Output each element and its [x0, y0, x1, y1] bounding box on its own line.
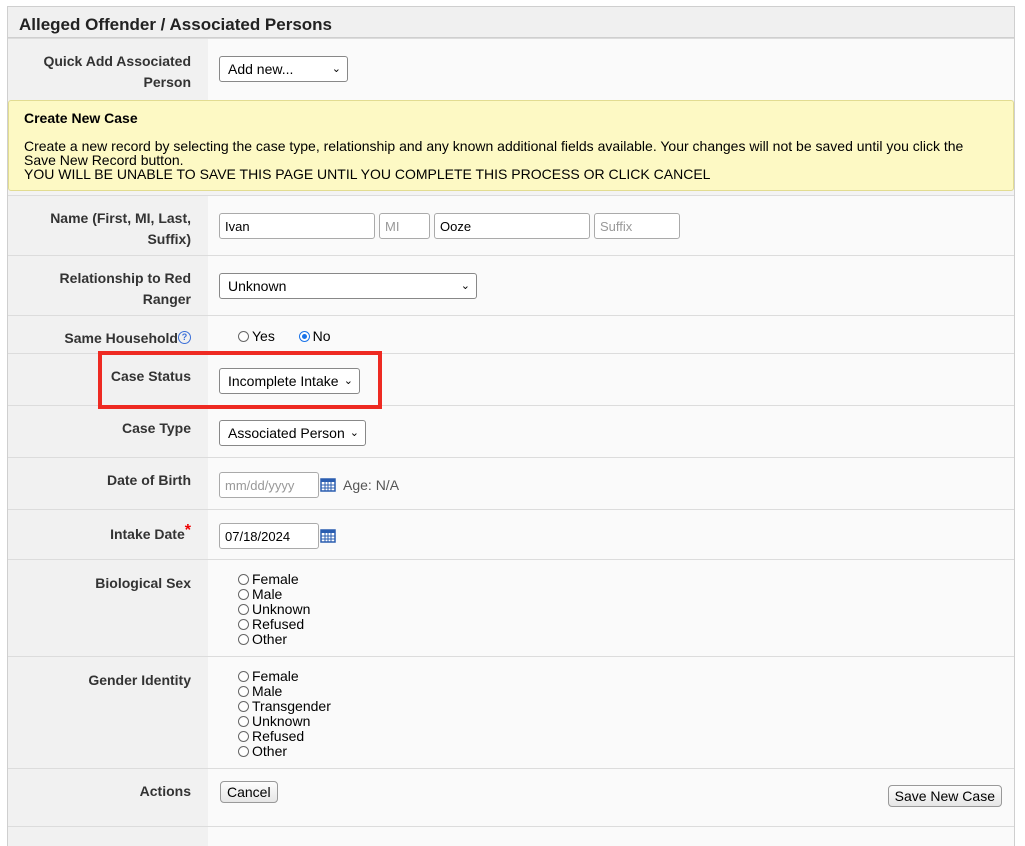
radio-label: Refused	[252, 728, 305, 744]
gender-identity-row: Gender Identity Female Male Transgender …	[8, 656, 1014, 768]
radio-option[interactable]: Refused	[238, 729, 331, 744]
case-status-select[interactable]: Incomplete Intake ⌄	[219, 368, 360, 394]
gender-identity-label: Gender Identity	[8, 657, 208, 768]
radio-label: Other	[252, 743, 288, 759]
case-type-select[interactable]: Associated Person ⌄	[219, 420, 366, 446]
household-yes-radio[interactable]	[238, 331, 249, 342]
chevron-down-icon: ⌄	[349, 427, 359, 439]
calendar-icon[interactable]	[320, 527, 336, 543]
radio-label: Female	[252, 571, 299, 587]
case-status-row: Case Status Incomplete Intake ⌄	[8, 353, 1014, 405]
radio-option[interactable]: Unknown	[238, 714, 331, 729]
radio-button[interactable]	[238, 731, 249, 742]
chevron-down-icon: ⌄	[343, 375, 353, 387]
radio-option[interactable]: Unknown	[238, 602, 310, 617]
intake-date-input[interactable]: 07/18/2024	[219, 523, 319, 549]
name-row: Name (First, MI, Last, Suffix) Ivan MI O…	[8, 195, 1014, 255]
household-no-label: No	[312, 328, 331, 344]
name-label: Name (First, MI, Last, Suffix)	[8, 196, 208, 255]
radio-button[interactable]	[238, 686, 249, 697]
intake-date-label-text: Intake Date	[110, 526, 185, 542]
panel-title: Alleged Offender / Associated Persons	[8, 7, 1014, 38]
case-type-row: Case Type Associated Person ⌄	[8, 405, 1014, 457]
biological-sex-radio-group: Female Male Unknown Refused Other	[238, 572, 310, 647]
footer-row	[8, 826, 1014, 846]
biological-sex-label: Biological Sex	[8, 560, 208, 656]
actions-label: Actions	[8, 769, 208, 826]
actions-row: Actions Cancel Save New Case	[8, 768, 1014, 826]
intake-date-row: Intake Date* 07/18/2024	[8, 509, 1014, 559]
notice-body: Create a new record by selecting the cas…	[24, 138, 964, 168]
create-case-notice: Create New Case Create a new record by s…	[8, 100, 1014, 191]
radio-label: Other	[252, 631, 288, 647]
household-radio-group: Yes No	[238, 328, 331, 344]
intake-date-label: Intake Date*	[8, 510, 208, 559]
save-new-case-button[interactable]: Save New Case	[887, 785, 1002, 807]
radio-option[interactable]: Other	[238, 744, 331, 759]
cancel-button[interactable]: Cancel	[220, 781, 278, 803]
help-icon[interactable]: ?	[178, 331, 191, 344]
radio-option[interactable]: Other	[238, 632, 310, 647]
chevron-down-icon: ⌄	[460, 280, 470, 292]
radio-label: Unknown	[252, 713, 311, 729]
radio-button[interactable]	[238, 701, 249, 712]
radio-button[interactable]	[238, 604, 249, 615]
radio-label: Female	[252, 668, 299, 684]
notice-warning: YOU WILL BE UNABLE TO SAVE THIS PAGE UNT…	[24, 166, 711, 182]
case-type-label: Case Type	[8, 406, 208, 457]
last-name-input[interactable]: Ooze	[434, 213, 590, 239]
chevron-down-icon: ⌄	[331, 63, 341, 75]
quick-add-select[interactable]: Add new... ⌄	[219, 56, 348, 82]
quick-add-row: Quick Add Associated Person Add new... ⌄	[8, 38, 1014, 100]
case-status-label: Case Status	[8, 354, 208, 405]
radio-button[interactable]	[238, 634, 249, 645]
quick-add-value: Add new...	[228, 61, 294, 77]
relationship-select[interactable]: Unknown ⌄	[219, 273, 477, 299]
suffix-input[interactable]: Suffix	[594, 213, 680, 239]
radio-label: Refused	[252, 616, 305, 632]
dob-input[interactable]: mm/dd/yyyy	[219, 472, 319, 498]
footer-value-cell	[208, 827, 1014, 846]
radio-option[interactable]: Female	[238, 572, 310, 587]
calendar-icon[interactable]	[320, 476, 336, 492]
age-text: Age: N/A	[343, 477, 400, 493]
notice-title: Create New Case	[24, 110, 138, 126]
associated-persons-panel: Alleged Offender / Associated Persons Qu…	[7, 6, 1015, 846]
household-yes-label: Yes	[252, 328, 275, 344]
quick-add-label: Quick Add Associated Person	[8, 39, 208, 100]
radio-button[interactable]	[238, 671, 249, 682]
radio-label: Male	[252, 683, 283, 699]
household-row: Same Household? Yes No	[8, 315, 1014, 353]
household-no-radio[interactable]	[298, 331, 310, 342]
required-marker: *	[184, 522, 191, 539]
radio-button[interactable]	[238, 746, 249, 757]
household-label-text: Same Household	[64, 330, 178, 346]
radio-label: Male	[252, 586, 283, 602]
radio-button[interactable]	[238, 716, 249, 727]
relationship-label: Relationship to Red Ranger	[8, 256, 208, 315]
footer-label-cell	[8, 827, 208, 846]
case-status-value: Incomplete Intake	[228, 373, 339, 389]
radio-option[interactable]: Transgender	[238, 699, 331, 714]
household-label: Same Household?	[8, 316, 208, 353]
radio-option[interactable]: Refused	[238, 617, 310, 632]
biological-sex-row: Biological Sex Female Male Unknown Refus…	[8, 559, 1014, 656]
radio-button[interactable]	[238, 619, 249, 630]
gender-identity-radio-group: Female Male Transgender Unknown Refused …	[238, 669, 331, 759]
radio-option[interactable]: Female	[238, 669, 331, 684]
radio-label: Transgender	[252, 698, 331, 714]
radio-button[interactable]	[238, 574, 249, 585]
relationship-row: Relationship to Red Ranger Unknown ⌄	[8, 255, 1014, 315]
case-type-value: Associated Person	[228, 425, 345, 441]
radio-label: Unknown	[252, 601, 311, 617]
radio-button[interactable]	[238, 589, 249, 600]
mi-input[interactable]: MI	[379, 213, 430, 239]
dob-label: Date of Birth	[8, 458, 208, 509]
dob-row: Date of Birth mm/dd/yyyy Age: N/A	[8, 457, 1014, 509]
first-name-input[interactable]: Ivan	[219, 213, 375, 239]
radio-option[interactable]: Male	[238, 587, 310, 602]
radio-option[interactable]: Male	[238, 684, 331, 699]
relationship-value: Unknown	[228, 278, 287, 294]
